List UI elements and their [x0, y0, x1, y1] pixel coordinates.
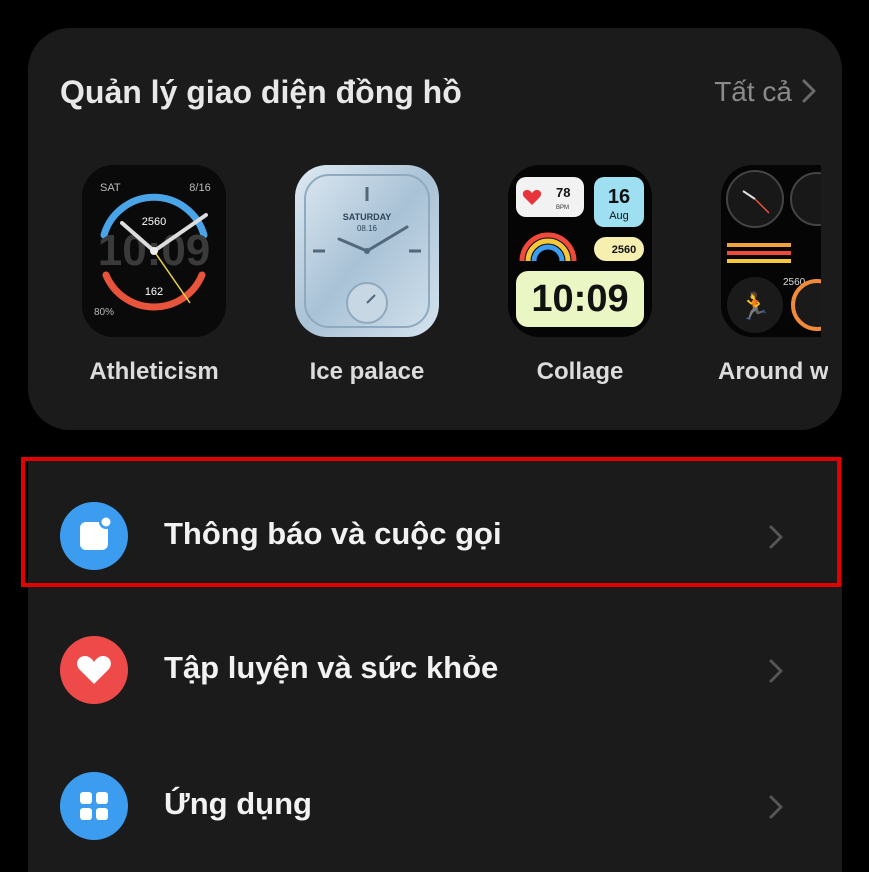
chevron-right-icon: [769, 795, 783, 819]
menu-item-apps[interactable]: Ứng dụng: [28, 746, 842, 866]
around-preview: 2560 🏃: [721, 165, 821, 337]
steps-text: 2560: [612, 244, 636, 256]
menu-item-notifications[interactable]: Thông báo và cuộc gọi: [28, 476, 842, 596]
battery-text: 80%: [94, 307, 114, 318]
watch-face-label: Collage: [536, 358, 624, 385]
watch-face-card: Quản lý giao diện đồng hồ Tất cả 10:09 S…: [28, 28, 842, 430]
watch-face-label: Ice palace: [309, 358, 425, 385]
svg-text:🏃: 🏃: [739, 291, 771, 322]
menu-item-label: Ứng dụng: [164, 786, 312, 821]
menu-item-label: Tập luyện và sức khỏe: [164, 650, 499, 685]
day-number-text: 16: [608, 186, 630, 208]
menu-item-workout-health[interactable]: Tập luyện và sức khỏe: [28, 610, 842, 730]
month-text: Aug: [609, 210, 629, 222]
date-text: 8/16: [189, 182, 210, 194]
chevron-right-icon: [769, 659, 783, 683]
apps-grid-icon: [60, 772, 128, 840]
heart-unit-text: BPM: [556, 205, 569, 211]
chevron-right-icon[interactable]: [800, 78, 818, 104]
watch-face-collage[interactable]: 78 BPM 16 Aug 2560 10:09: [508, 165, 652, 337]
heart-icon: [60, 636, 128, 704]
notification-icon: [60, 502, 128, 570]
menu-item-label: Thông báo và cuộc gọi: [164, 516, 502, 551]
ice-palace-preview: SATURDAY 08.16: [295, 165, 439, 337]
watch-face-athleticism[interactable]: 10:09 SAT 8/16 2560 162 80%: [82, 165, 226, 337]
chevron-right-icon: [769, 525, 783, 549]
day-text: SAT: [100, 182, 121, 194]
watch-face-around[interactable]: 2560 🏃: [721, 165, 821, 337]
calories-text: 162: [145, 286, 163, 298]
watch-face-label: Athleticism: [89, 358, 219, 385]
athleticism-preview: 10:09 SAT 8/16 2560 162 80%: [82, 165, 226, 337]
time-text: 10:09: [531, 278, 628, 320]
heart-rate-text: 78: [556, 185, 570, 200]
collage-preview: 78 BPM 16 Aug 2560 10:09: [508, 165, 652, 337]
see-all-link[interactable]: Tất cả: [714, 76, 792, 108]
steps-text: 2560: [142, 216, 166, 228]
watch-face-ice-palace[interactable]: SATURDAY 08.16: [295, 165, 439, 337]
watch-face-label: Around w: [718, 358, 828, 385]
day-text: SATURDAY: [343, 212, 392, 222]
date-text: 08.16: [357, 224, 378, 233]
watch-face-title: Quản lý giao diện đồng hồ: [60, 74, 462, 110]
